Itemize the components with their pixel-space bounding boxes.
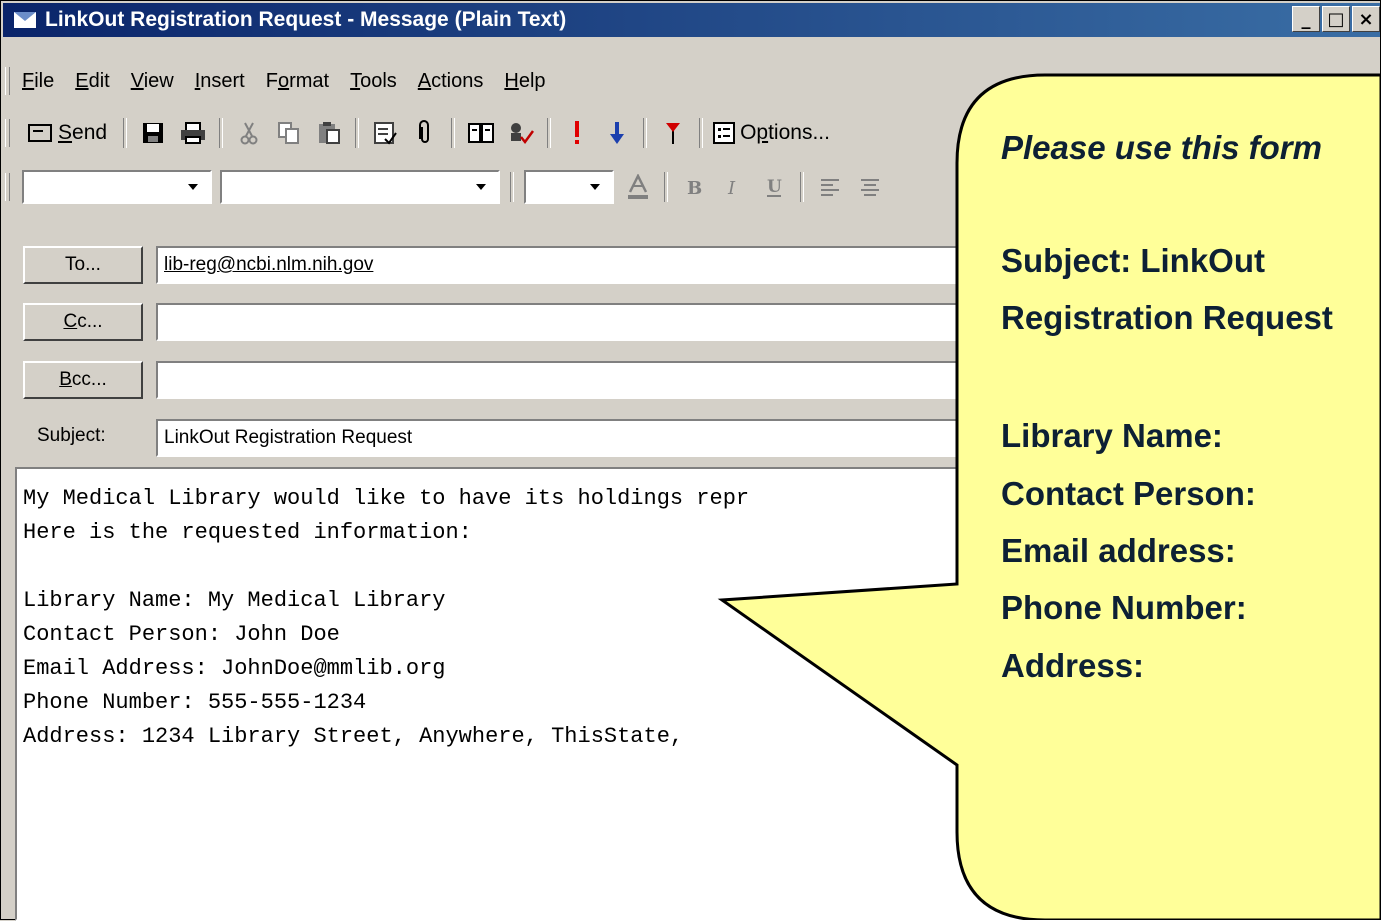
chevron-down-icon	[590, 184, 600, 190]
toolbar-grip[interactable]	[5, 173, 10, 201]
send-icon	[28, 124, 52, 142]
align-center-icon	[861, 179, 879, 196]
follow-up-flag-button[interactable]	[657, 117, 689, 149]
menu-view[interactable]: View	[131, 70, 174, 93]
down-arrow-icon	[610, 122, 625, 144]
style-dropdown[interactable]	[22, 170, 212, 204]
bold-button[interactable]: B	[678, 171, 710, 203]
formatting-toolbar: B I U	[5, 167, 894, 207]
toolbar-separator	[451, 118, 456, 148]
save-icon	[143, 123, 164, 143]
save-button[interactable]	[137, 117, 169, 149]
menu-file[interactable]: File	[22, 70, 54, 93]
standard-toolbar: Send Op tions...	[5, 113, 838, 153]
exclamation-icon	[575, 121, 580, 144]
print-icon	[181, 122, 206, 144]
align-center-button[interactable]	[854, 171, 886, 203]
font-color-icon	[628, 174, 648, 199]
toolbar-grip[interactable]	[5, 119, 10, 147]
toolbar-separator	[643, 118, 648, 148]
callout-phone-number: Phone Number:	[1001, 589, 1247, 626]
callout-contact-person: Contact Person:	[1001, 475, 1256, 512]
bcc-button[interactable]: Bcc...	[23, 361, 143, 399]
options-button[interactable]: Op tions...	[713, 117, 830, 149]
toolbar-separator	[355, 118, 360, 148]
italic-button[interactable]: I	[718, 171, 750, 203]
menu-help[interactable]: Help	[504, 70, 545, 93]
callout-library-name: Library Name:	[1001, 417, 1223, 454]
address-check-icon	[374, 122, 397, 145]
flag-icon	[666, 123, 681, 144]
paste-button[interactable]	[313, 117, 345, 149]
underline-icon: U	[767, 177, 782, 197]
toolbar-separator	[219, 118, 224, 148]
menu-tools[interactable]: Tools	[350, 70, 397, 93]
callout-text: Please use this form Subject: LinkOut Re…	[1001, 0, 1381, 920]
menu-actions[interactable]: Actions	[418, 70, 484, 93]
copy-button[interactable]	[273, 117, 305, 149]
callout-subject-line2: Registration Request	[1001, 299, 1333, 336]
address-book-button[interactable]	[465, 117, 497, 149]
menu-insert[interactable]: Insert	[195, 70, 245, 93]
align-left-button[interactable]	[814, 171, 846, 203]
callout-email-address: Email address:	[1001, 532, 1236, 569]
menu-format[interactable]: Format	[266, 70, 329, 93]
toolbar-separator	[123, 118, 128, 148]
font-size-dropdown[interactable]	[524, 170, 614, 204]
toolbar-separator	[664, 172, 668, 202]
toolbar-separator	[547, 118, 552, 148]
paperclip-icon	[419, 120, 430, 143]
scissors-icon	[240, 122, 258, 145]
font-color-button[interactable]	[622, 171, 654, 203]
attach-button[interactable]	[409, 117, 441, 149]
to-button[interactable]: To...	[23, 246, 143, 284]
check-names-button[interactable]	[369, 117, 401, 149]
menu-grip[interactable]	[5, 67, 10, 95]
svg-text:I: I	[727, 178, 736, 197]
toolbar-separator	[699, 118, 704, 148]
envelope-icon	[13, 11, 37, 29]
svg-text:B: B	[687, 178, 702, 197]
to-recipient[interactable]: lib-reg@ncbi.nlm.nih.gov	[164, 254, 373, 276]
spelling-button[interactable]	[505, 117, 537, 149]
spell-check-icon	[511, 123, 535, 145]
align-left-icon	[821, 179, 839, 196]
underline-button[interactable]: U	[758, 171, 790, 203]
bold-icon: B	[687, 178, 702, 197]
font-dropdown[interactable]	[220, 170, 500, 204]
chevron-down-icon	[188, 184, 198, 190]
callout-subject-line1: Subject: LinkOut	[1001, 242, 1265, 279]
menu-edit[interactable]: Edit	[75, 70, 109, 93]
toolbar-separator	[510, 172, 514, 202]
subject-label: Subject:	[37, 425, 106, 446]
italic-icon: I	[727, 178, 736, 197]
high-importance-button[interactable]	[561, 117, 593, 149]
paste-icon	[319, 122, 341, 144]
toolbar-separator	[800, 172, 804, 202]
address-book-icon	[468, 123, 495, 143]
chevron-down-icon	[476, 184, 486, 190]
callout-address: Address:	[1001, 647, 1145, 684]
options-icon	[713, 122, 736, 144]
menu-bar: File Edit View Insert Format Tools Actio…	[5, 65, 567, 97]
callout-intro: Please use this form	[1001, 129, 1322, 166]
cc-button[interactable]: Cc...	[23, 303, 143, 341]
copy-icon	[278, 122, 300, 144]
low-importance-button[interactable]	[601, 117, 633, 149]
window-title: LinkOut Registration Request - Message (…	[45, 8, 567, 31]
print-button[interactable]	[177, 117, 209, 149]
send-button[interactable]: Send	[22, 117, 113, 149]
svg-text:U: U	[767, 177, 782, 197]
cut-button[interactable]	[233, 117, 265, 149]
